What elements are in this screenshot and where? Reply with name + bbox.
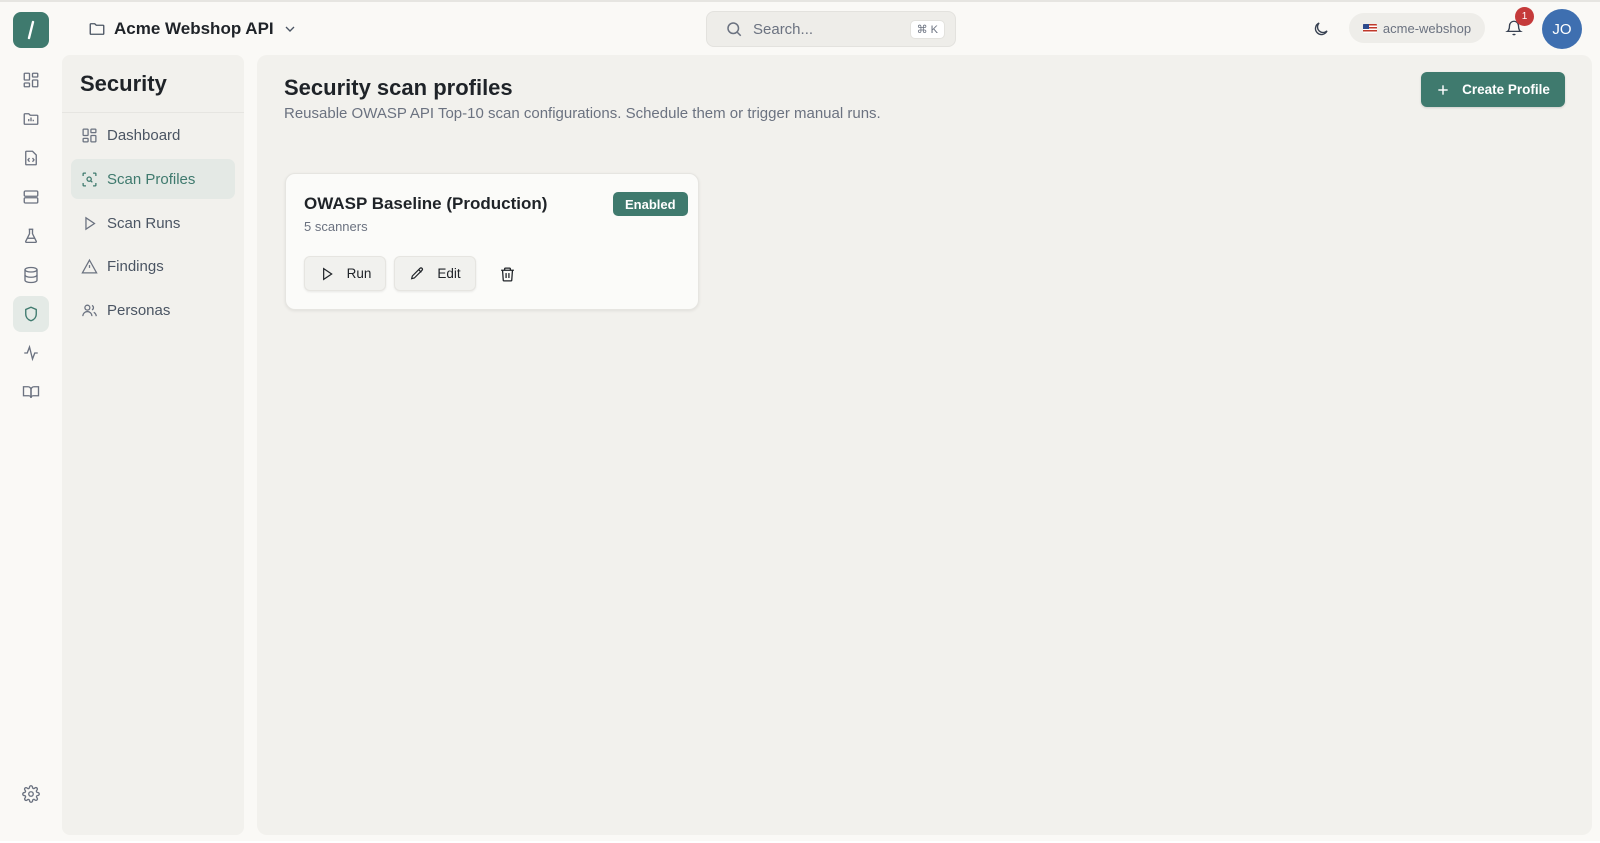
edit-button[interactable]: Edit: [394, 256, 476, 291]
create-profile-label: Create Profile: [1462, 82, 1550, 97]
users-icon: [82, 304, 97, 316]
sidebar-item-label: Scan Profiles: [107, 170, 196, 188]
chevron-down-icon: [285, 26, 295, 32]
folder-chart-icon: [23, 113, 39, 125]
code-file-icon: [25, 150, 37, 166]
user-avatar[interactable]: JO: [1542, 9, 1582, 49]
sidebar-item-dashboard[interactable]: Dashboard: [71, 115, 235, 155]
scan-icon: [82, 171, 97, 187]
rail-dashboard-button[interactable]: [13, 62, 49, 98]
rail-security-button[interactable]: [13, 296, 49, 332]
search-icon: [727, 22, 742, 37]
book-icon: [22, 386, 40, 399]
sidebar-item-label: Findings: [107, 257, 164, 275]
create-profile-button[interactable]: Create Profile: [1421, 72, 1565, 107]
trash-icon: [500, 266, 514, 282]
sidebar-item-personas[interactable]: Personas: [71, 290, 235, 330]
section-title: Security: [80, 71, 167, 96]
workspace-name: acme-webshop: [1382, 20, 1472, 36]
status-badge: Enabled: [613, 192, 688, 216]
profile-scanner-count: 5 scanners: [304, 219, 368, 234]
plus-icon: [1438, 84, 1448, 95]
server-icon: [23, 190, 39, 204]
search-shortcut: ⌘ K: [909, 19, 945, 39]
run-label: Run: [346, 266, 372, 281]
section-divider: [62, 112, 244, 113]
profile-card: OWASP Baseline (Production) 5 scanners E…: [285, 173, 699, 310]
rail-server-button[interactable]: [13, 179, 49, 215]
app-window: Acme Webshop API Search... ⌘ K acme-webs…: [0, 0, 1600, 841]
shield-icon: [25, 306, 37, 322]
sidebar-item-scan-runs[interactable]: Scan Runs: [71, 203, 235, 243]
activity-icon: [24, 344, 38, 362]
sidebar-item-findings[interactable]: Findings: [71, 246, 235, 286]
rail-flask-button[interactable]: [13, 218, 49, 254]
project-name: Acme Webshop API: [114, 19, 274, 38]
gear-icon: [22, 785, 40, 803]
page-title: Security scan profiles: [284, 75, 513, 100]
database-icon: [24, 266, 38, 284]
rail-folder-chart-button[interactable]: [13, 101, 49, 137]
project-selector[interactable]: Acme Webshop API: [88, 16, 298, 42]
sidebar-item-label: Personas: [107, 301, 171, 319]
page-subtitle: Reusable OWASP API Top-10 scan configura…: [284, 105, 881, 122]
flask-icon: [24, 228, 38, 244]
security-sidebar: Security Dashboard Scan Profiles Scan Ru…: [62, 55, 244, 835]
run-button[interactable]: Run: [304, 256, 386, 291]
profile-name: OWASP Baseline (Production): [304, 194, 548, 213]
pencil-icon: [411, 266, 424, 279]
delete-button[interactable]: [497, 264, 517, 284]
rail-docs-button[interactable]: [13, 374, 49, 410]
main-panel: Security scan profiles Reusable OWASP AP…: [257, 55, 1592, 835]
folder-icon: [89, 23, 105, 35]
rail-activity-button[interactable]: [13, 335, 49, 371]
rail-code-button[interactable]: [13, 140, 49, 176]
sidebar-item-label: Dashboard: [107, 126, 181, 144]
dashboard-grid-icon: [82, 127, 97, 143]
sidebar-item-label: Scan Runs: [107, 214, 181, 232]
rail-settings-button[interactable]: [13, 776, 49, 812]
theme-toggle-button[interactable]: [1308, 16, 1334, 42]
play-icon: [85, 216, 96, 230]
notification-count-badge: 1: [1515, 7, 1534, 26]
warning-triangle-icon: [81, 258, 98, 274]
edit-label: Edit: [437, 266, 461, 281]
app-logo[interactable]: [13, 12, 49, 48]
rail-database-button[interactable]: [13, 257, 49, 293]
icon-rail: [0, 2, 62, 843]
sidebar-item-scan-profiles[interactable]: Scan Profiles: [71, 159, 235, 199]
workspace-selector[interactable]: acme-webshop: [1349, 13, 1485, 43]
search-input[interactable]: Search... ⌘ K: [706, 11, 956, 47]
search-placeholder: Search...: [753, 20, 814, 38]
moon-icon: [1314, 22, 1328, 36]
us-flag-icon: [1362, 23, 1377, 33]
play-icon: [322, 267, 333, 280]
logo-slash-icon: [27, 20, 35, 40]
dashboard-grid-icon: [23, 72, 39, 88]
